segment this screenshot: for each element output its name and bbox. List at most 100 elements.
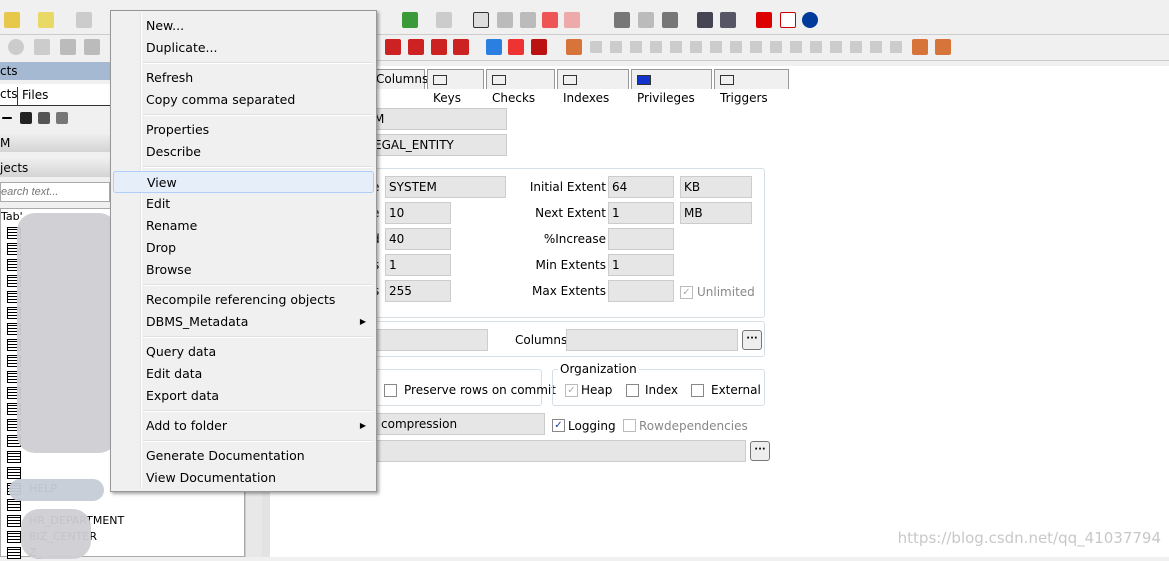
- menu-item-duplicate[interactable]: Duplicate...: [113, 37, 374, 59]
- tab-keys[interactable]: Keys: [427, 69, 484, 105]
- tab-triggers[interactable]: Triggers: [714, 69, 789, 105]
- vcs-run-icon[interactable]: [912, 39, 928, 55]
- menu-item-edit-data[interactable]: Edit data: [113, 363, 374, 385]
- indent-icon[interactable]: [497, 12, 513, 28]
- owner-field[interactable]: M: [370, 108, 507, 130]
- load-icon[interactable]: [60, 39, 76, 55]
- vcs-disabled-icons: [590, 41, 910, 53]
- menu-item-describe[interactable]: Describe: [113, 141, 374, 163]
- document-check-icon[interactable]: [473, 12, 489, 28]
- next-extent-field[interactable]: 1: [608, 202, 674, 224]
- cluster-field[interactable]: [370, 329, 488, 351]
- filter-edit-icon[interactable]: [56, 112, 68, 124]
- oracle-icon[interactable]: [756, 12, 772, 28]
- save-icon[interactable]: [76, 12, 92, 28]
- export-icon[interactable]: [436, 12, 452, 28]
- unlimited-checkbox[interactable]: ✓: [680, 286, 693, 299]
- panel-tabs: cts Files: [0, 84, 110, 106]
- maxtrans-field[interactable]: 255: [385, 280, 451, 302]
- min-extents-field[interactable]: 1: [608, 254, 674, 276]
- find-icon[interactable]: [20, 112, 32, 124]
- grid-icon[interactable]: [720, 12, 736, 28]
- filter-icon[interactable]: [38, 112, 50, 124]
- initial-extent-field[interactable]: 64: [608, 176, 674, 198]
- menu-item-new[interactable]: New...: [113, 15, 374, 37]
- menu-item-generate-documentation[interactable]: Generate Documentation: [113, 445, 374, 467]
- tab-privileges[interactable]: Privileges: [631, 69, 712, 105]
- tablespace-field[interactable]: SYSTEM: [385, 176, 506, 198]
- columns-label: Columns: [515, 333, 568, 347]
- search-input[interactable]: [0, 182, 110, 202]
- menu-item-view-documentation[interactable]: View Documentation: [113, 467, 374, 489]
- heap-radio[interactable]: ✓: [565, 384, 578, 397]
- menu-item-edit[interactable]: Edit: [113, 193, 374, 215]
- index-radio[interactable]: [626, 384, 639, 397]
- comments-browse-button[interactable]: ···: [750, 441, 770, 461]
- book-icon[interactable]: [385, 39, 401, 55]
- vcs-config-icon[interactable]: [935, 39, 951, 55]
- tree-item-table[interactable]: [7, 449, 29, 465]
- info-icon[interactable]: [802, 12, 818, 28]
- menu-item-add-to-folder[interactable]: Add to folder ▶: [113, 415, 374, 437]
- privileges-icon: [637, 74, 651, 85]
- play-macro-icon[interactable]: [638, 12, 654, 28]
- menu-item-recompile-referencing-objects[interactable]: Recompile referencing objects: [113, 289, 374, 311]
- comment-icon[interactable]: [542, 12, 558, 28]
- gear-icon[interactable]: [8, 39, 24, 55]
- menu-item-export-data[interactable]: Export data: [113, 385, 374, 407]
- tab-columns[interactable]: Columns: [370, 69, 428, 89]
- menu-item-query-data[interactable]: Query data: [113, 341, 374, 363]
- collapse-icon[interactable]: [2, 117, 12, 119]
- next-extent-unit[interactable]: MB: [680, 202, 752, 224]
- book-folder-icon[interactable]: [408, 39, 424, 55]
- table-icon: [7, 531, 21, 543]
- arrow-right-blue-icon[interactable]: [486, 39, 502, 55]
- compile-icon[interactable]: [34, 39, 50, 55]
- columns-browse-button[interactable]: ···: [742, 330, 762, 350]
- pctfree-field[interactable]: 10: [385, 202, 451, 224]
- menu-item-dbms-metadata[interactable]: DBMS_Metadata ▶: [113, 311, 374, 333]
- record-macro-icon[interactable]: [614, 12, 630, 28]
- redacted-area: [17, 213, 117, 453]
- context-menu: New... Duplicate... Refresh Copy comma sepa…: [110, 10, 377, 492]
- macro-library-icon[interactable]: [662, 12, 678, 28]
- upload-icon[interactable]: [84, 39, 100, 55]
- menu-item-rename[interactable]: Rename: [113, 215, 374, 237]
- external-radio[interactable]: [691, 384, 704, 397]
- tab-checks[interactable]: Checks: [486, 69, 555, 105]
- name-field[interactable]: EGAL_ENTITY: [370, 134, 507, 156]
- comments-field[interactable]: [375, 440, 746, 462]
- pct-increase-field[interactable]: [608, 228, 674, 250]
- menu-item-drop[interactable]: Drop: [113, 237, 374, 259]
- uncomment-icon[interactable]: [564, 12, 580, 28]
- menu-item-refresh[interactable]: Refresh: [113, 67, 374, 89]
- tab-files[interactable]: Files: [22, 88, 48, 102]
- preserve-rows-checkbox[interactable]: [384, 384, 397, 397]
- logging-checkbox[interactable]: ✓: [552, 419, 565, 432]
- windows-icon[interactable]: [697, 12, 713, 28]
- menu-item-view[interactable]: View: [113, 171, 374, 193]
- pctused-field[interactable]: 40: [385, 228, 451, 250]
- menu-item-properties[interactable]: Properties: [113, 119, 374, 141]
- outdent-icon[interactable]: [520, 12, 536, 28]
- compression-field[interactable]: compression: [375, 413, 545, 435]
- pct-increase-label: %Increase: [543, 232, 606, 246]
- book-edit-icon[interactable]: [453, 39, 469, 55]
- tab-indexes[interactable]: Indexes: [557, 69, 629, 105]
- open-folder-icon[interactable]: [4, 12, 20, 28]
- book-copy-icon[interactable]: [431, 39, 447, 55]
- toolbox-icon[interactable]: [531, 39, 547, 55]
- initial-extent-unit[interactable]: KB: [680, 176, 752, 198]
- tab-objects[interactable]: cts: [0, 87, 18, 106]
- menu-item-browse[interactable]: Browse: [113, 259, 374, 281]
- vcs-icon[interactable]: [566, 39, 582, 55]
- initrans-field[interactable]: 1: [385, 254, 451, 276]
- cluster-columns-field[interactable]: [566, 329, 738, 351]
- pdf-icon[interactable]: [780, 12, 796, 28]
- import-icon[interactable]: [402, 12, 418, 28]
- max-extents-field[interactable]: [608, 280, 674, 302]
- open-file-icon[interactable]: [38, 12, 54, 28]
- arrow-right-red-icon[interactable]: [508, 39, 524, 55]
- rowdependencies-checkbox[interactable]: [623, 419, 636, 432]
- menu-item-copy-comma-separated[interactable]: Copy comma separated: [113, 89, 374, 111]
